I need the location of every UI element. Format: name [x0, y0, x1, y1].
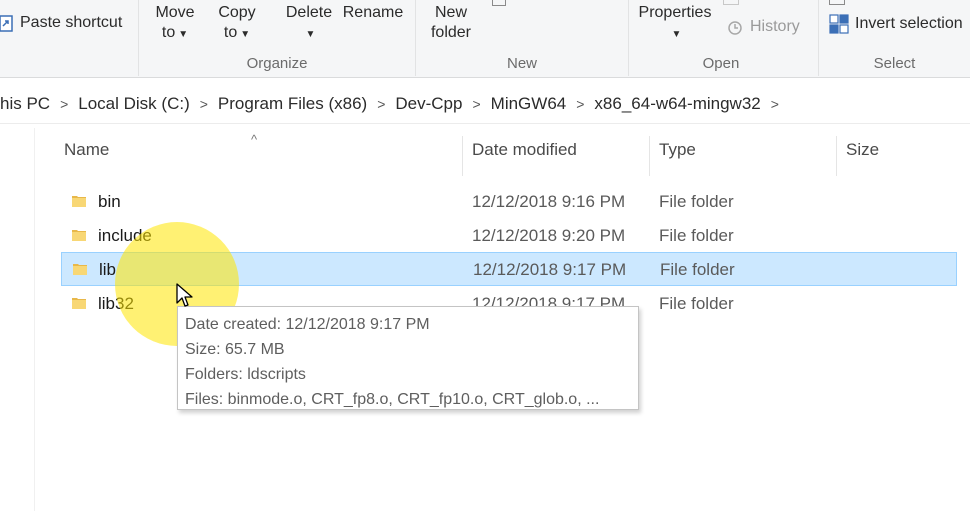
file-type: File folder [659, 192, 734, 211]
chevron-down-icon: ▼ [305, 29, 316, 40]
chevron-down-icon: ▼ [178, 29, 189, 40]
organize-group-label: Organize [246, 55, 308, 72]
breadcrumb-local-disk[interactable]: Local Disk (C:) [78, 94, 189, 114]
folder-icon [72, 230, 86, 241]
address-bar[interactable]: his PC > Local Disk (C:) > Program Files… [0, 84, 970, 124]
chevron-right-icon[interactable]: > [771, 96, 779, 112]
column-header-type[interactable]: Type [659, 140, 696, 160]
tooltip-folders: Folders: ldscripts [185, 366, 306, 383]
new-folder-button[interactable]: New folder [425, 3, 477, 43]
file-type: File folder [660, 260, 735, 279]
copy-to-sub: to [223, 24, 238, 41]
file-date-modified: 12/12/2018 9:16 PM [472, 192, 626, 211]
sort-ascending-icon: ^ [251, 132, 258, 147]
mouse-pointer-icon [176, 283, 193, 307]
chevron-down-icon: ▼ [240, 29, 251, 40]
history-icon [728, 21, 742, 35]
paste-shortcut-label: Paste shortcut [20, 14, 123, 31]
invert-selection-label: Invert selection [855, 15, 963, 32]
file-row-include[interactable]: include 12/12/2018 9:20 PM File folder [61, 219, 957, 253]
chevron-right-icon[interactable]: > [576, 96, 584, 112]
column-divider[interactable] [462, 136, 463, 176]
open-group-label: Open [702, 55, 740, 72]
invert-selection-button[interactable]: Invert selection [829, 14, 963, 34]
folder-icon [73, 264, 87, 275]
file-row-lib[interactable]: lib 12/12/2018 9:17 PM File folder [61, 252, 957, 286]
file-name: lib [99, 260, 117, 279]
rename-label: Rename [342, 4, 404, 21]
breadcrumb-program-files[interactable]: Program Files (x86) [218, 94, 367, 114]
new-folder-label: New [434, 4, 467, 21]
history-button[interactable]: History [726, 18, 800, 36]
history-label: History [750, 18, 800, 35]
edit-icon[interactable] [723, 0, 739, 5]
new-folder-sub: folder [430, 24, 472, 41]
chevron-right-icon[interactable]: > [60, 96, 68, 112]
chevron-right-icon[interactable]: > [472, 96, 480, 112]
column-header-date-modified[interactable]: Date modified [472, 140, 577, 160]
breadcrumb-x86-64-w64-mingw32[interactable]: x86_64-w64-mingw32 [594, 94, 760, 114]
paste-shortcut-icon [0, 15, 13, 32]
properties-button[interactable]: Properties ▼ [636, 3, 714, 45]
move-to-sub: to [161, 24, 176, 41]
column-divider[interactable] [649, 136, 650, 176]
tooltip-date-created: Date created: 12/12/2018 9:17 PM [185, 316, 430, 333]
file-row-bin[interactable]: bin 12/12/2018 9:16 PM File folder [61, 185, 957, 219]
file-name: lib32 [98, 294, 134, 313]
ribbon: Paste shortcut Move to ▼ Copy to ▼ Delete … [0, 0, 970, 78]
chevron-down-icon: ▼ [671, 29, 682, 40]
chevron-right-icon[interactable]: > [200, 96, 208, 112]
copy-to-label: Copy [218, 4, 256, 21]
tooltip-size: Size: 65.7 MB [185, 341, 285, 358]
paste-shortcut-button[interactable]: Paste shortcut [0, 14, 122, 32]
move-to-button[interactable]: Move to ▼ [153, 3, 197, 45]
tooltip-files: Files: binmode.o, CRT_fp8.o, CRT_fp10.o,… [185, 391, 600, 408]
invert-selection-icon [829, 14, 849, 34]
column-header-name[interactable]: Name [64, 140, 109, 160]
breadcrumb-this-pc[interactable]: his PC [0, 94, 50, 114]
file-name: include [98, 226, 152, 245]
properties-label: Properties [638, 4, 712, 21]
folder-icon [72, 196, 86, 207]
delete-label: Delete [285, 4, 333, 21]
file-name: bin [98, 192, 121, 211]
move-to-label: Move [155, 4, 195, 21]
column-header-size[interactable]: Size [846, 140, 879, 160]
file-type: File folder [659, 294, 734, 313]
chevron-right-icon[interactable]: > [377, 96, 385, 112]
file-date-modified: 12/12/2018 9:17 PM [473, 260, 627, 279]
new-group-label: New [506, 55, 537, 72]
folder-icon [72, 298, 86, 309]
select-group-label: Select [873, 55, 916, 72]
breadcrumb-mingw64[interactable]: MinGW64 [491, 94, 567, 114]
copy-to-button[interactable]: Copy to ▼ [215, 3, 259, 45]
delete-button[interactable]: Delete ▼ [284, 3, 334, 45]
rename-button[interactable]: Rename [342, 3, 404, 23]
file-date-modified: 12/12/2018 9:20 PM [472, 226, 626, 245]
folder-info-tooltip: Date created: 12/12/2018 9:17 PM Size: 6… [177, 306, 639, 410]
column-divider[interactable] [836, 136, 837, 176]
breadcrumb-dev-cpp[interactable]: Dev-Cpp [395, 94, 462, 114]
select-none-icon[interactable] [829, 0, 845, 5]
file-type: File folder [659, 226, 734, 245]
new-item-icon[interactable] [492, 0, 506, 6]
